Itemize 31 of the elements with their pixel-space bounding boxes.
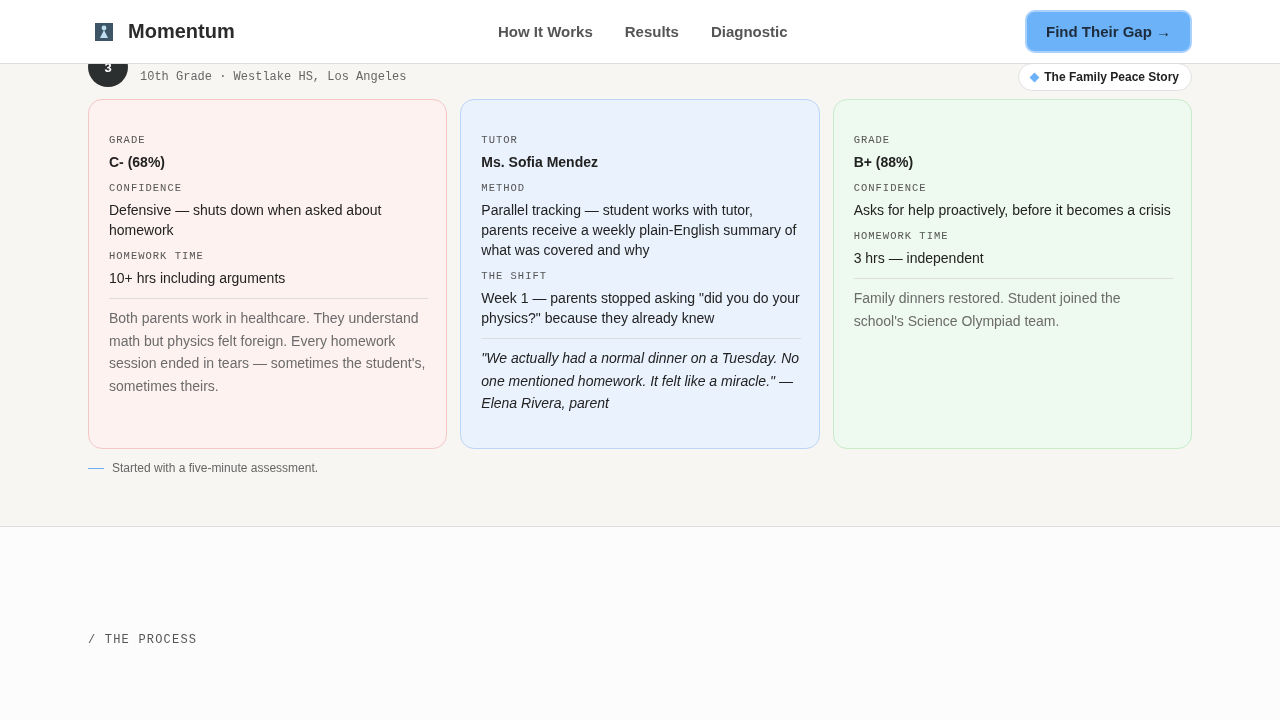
student-meta: 10th Grade · Westlake HS, Los Angeles (140, 70, 407, 84)
field-value: Asks for help proactively, before it becomes a crisis (853, 201, 1172, 220)
section-eyebrow: / THE PROCESS (88, 633, 198, 647)
field-label: GRADE (109, 134, 147, 146)
field-label: CONFIDENCE (853, 182, 928, 194)
field-label: METHOD (481, 182, 527, 194)
field-value: Parallel tracking — student works with tutor, parents receive a weekly plain-English summary of what was covered and why (481, 201, 798, 260)
field-label: GRADE (853, 134, 892, 146)
story-badge: The Family Peace Story (1018, 63, 1192, 91)
field-value: Ms. Sofia Mendez (481, 153, 599, 172)
nav-link[interactable]: Results (624, 23, 679, 40)
nav-link[interactable]: Diagnostic (710, 23, 788, 40)
cta-button[interactable]: Find Their Gap → (1025, 10, 1192, 53)
card-note: Family dinners restored. Student joined the school's Science Olympiad team. (853, 289, 1122, 331)
field-label: HOMEWORK TIME (853, 230, 950, 242)
field-label: THE SHIFT (481, 270, 549, 282)
field-value: Defensive — shuts down when asked about homework (109, 201, 383, 240)
field-value: 10+ hrs including arguments (109, 269, 287, 288)
field-label: TUTOR (481, 134, 519, 146)
brand-name[interactable]: Momentum (128, 20, 235, 43)
logo-icon (95, 22, 113, 41)
field-value: 3 hrs — independent (853, 249, 985, 268)
field-label: CONFIDENCE (109, 182, 183, 194)
card-note: Both parents work in healthcare. They understand math but physics felt foreign. Every homework session ended in tears — sometimes the student's, sometimes theirs. (109, 309, 427, 396)
nav-link[interactable]: How It Works (498, 23, 593, 40)
field-value: Week 1 — parents stopped asking "did you do your physics?" because they already knew (481, 289, 801, 328)
footnote: Started with a five-minute assessment. (112, 461, 319, 475)
field-value: B+ (88%) (853, 153, 915, 172)
testimonial-quote: "We actually had a normal dinner on a Tuesday. No one mentioned homework. It felt like a miracle." — Elena Rivera, parent (481, 349, 801, 413)
field-label: HOMEWORK TIME (109, 250, 205, 262)
field-value: C- (68%) (109, 153, 166, 172)
